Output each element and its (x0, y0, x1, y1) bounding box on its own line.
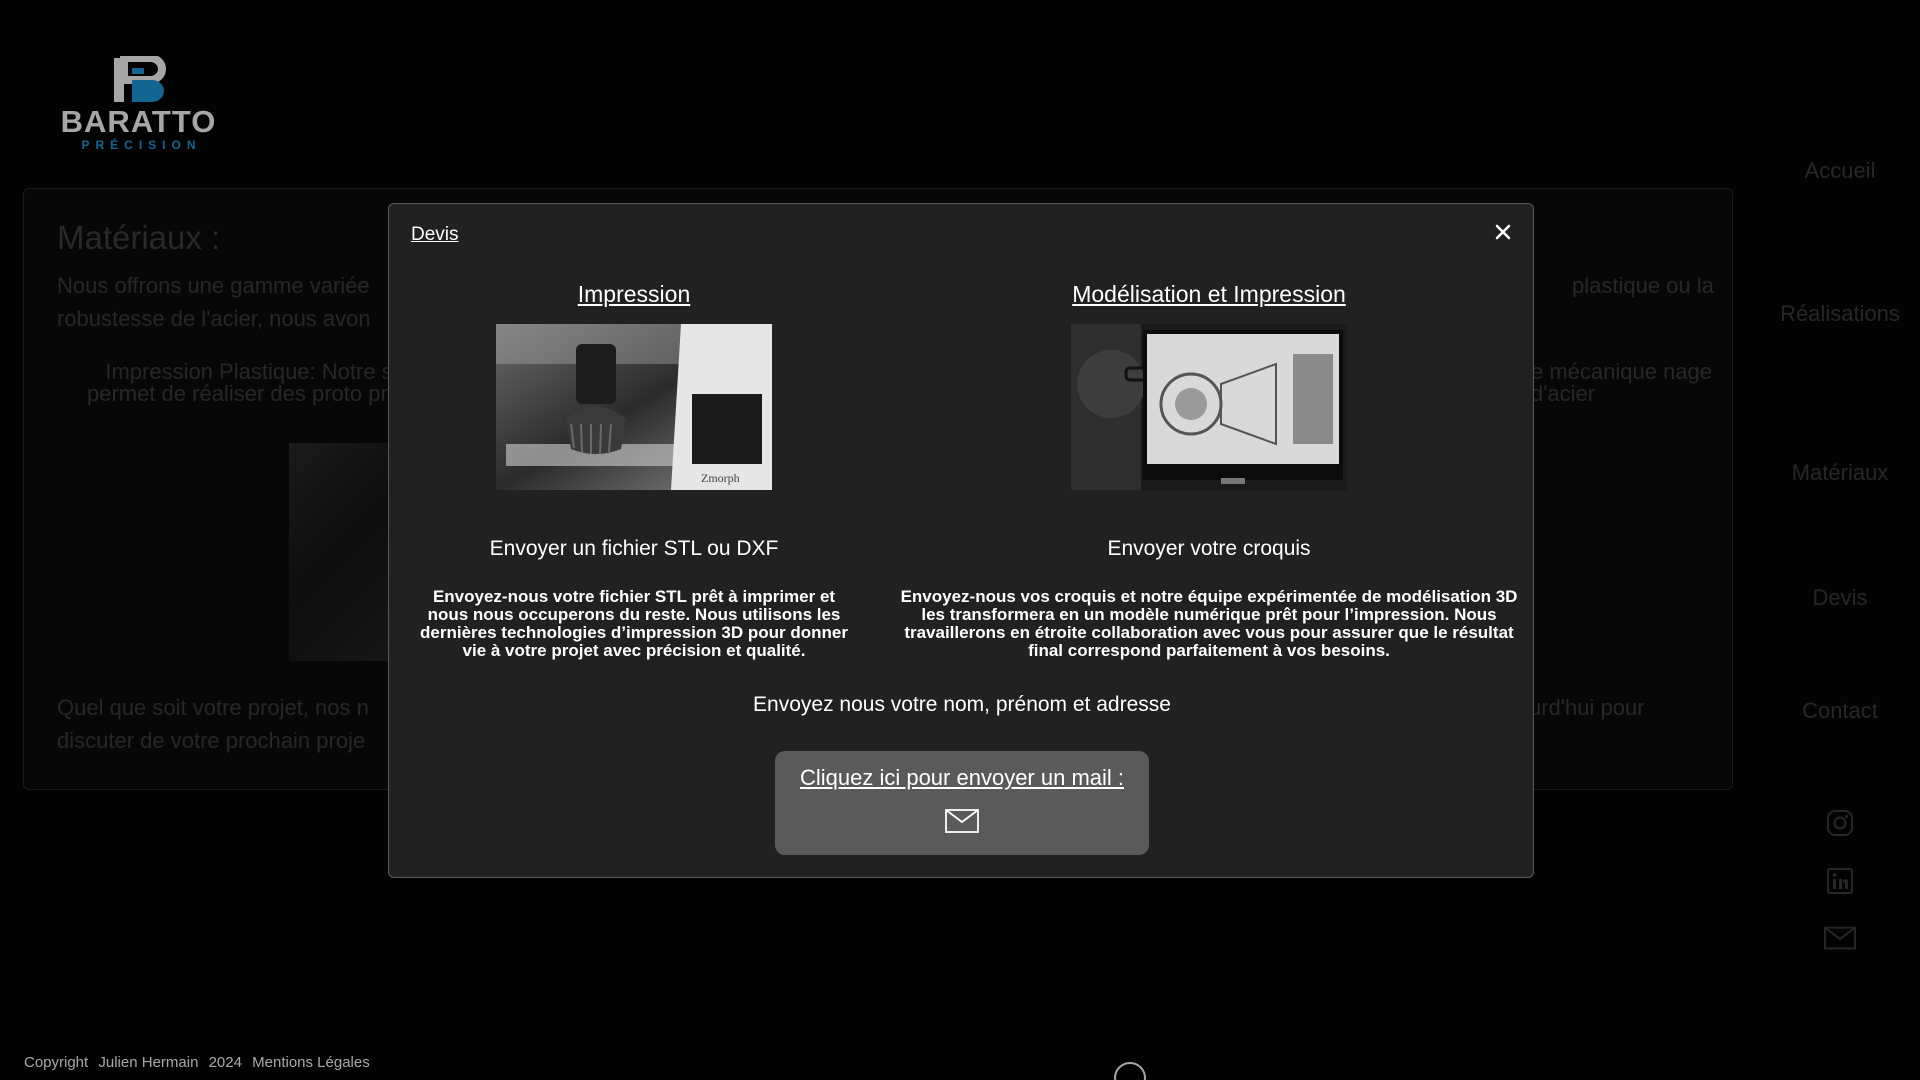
page: BARATTO PRÉCISION Matériaux : Nous offro… (0, 0, 1920, 1080)
modal-title: Devis (411, 224, 459, 245)
printing-description: Envoyez-nous votre fichier STL prêt à im… (420, 587, 848, 660)
close-icon[interactable] (1491, 220, 1515, 244)
envelope-icon[interactable] (945, 809, 979, 833)
printer-image: Zmorph (496, 324, 772, 490)
send-mail-label[interactable]: Cliquez ici pour envoyer un mail : (775, 765, 1149, 791)
printing-subheading: Envoyer un fichier STL ou DXF (489, 537, 779, 560)
svg-text:Zmorph: Zmorph (701, 471, 740, 485)
contact-instructions: Envoyez nous votre nom, prénom et adress… (753, 693, 1171, 716)
quote-modal: Devis Impression Zmorph Envoyer un fichi… (388, 203, 1534, 878)
printing-heading[interactable]: Impression (409, 280, 859, 308)
send-mail-button[interactable]: Cliquez ici pour envoyer un mail : (775, 751, 1149, 855)
modeling-image (1071, 324, 1347, 490)
modeling-description: Envoyez-nous vos croquis et notre équipe… (900, 587, 1518, 660)
printing-option: Impression Zmorph Envoyer un fichier STL… (409, 280, 859, 660)
modeling-option: Modélisation et Impression Envoyer votre (899, 280, 1519, 660)
modeling-heading[interactable]: Modélisation et Impression (899, 280, 1519, 308)
modeling-subheading: Envoyer votre croquis (1107, 537, 1311, 560)
